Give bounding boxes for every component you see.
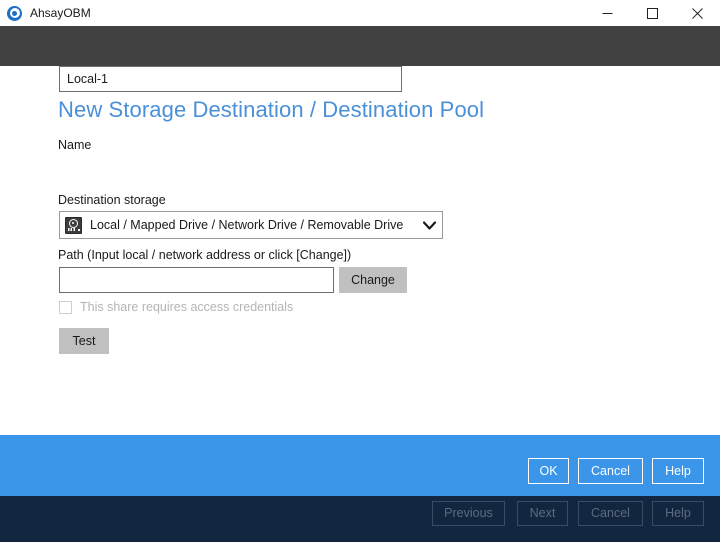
test-button[interactable]: Test (59, 328, 109, 354)
minimize-button[interactable] (585, 0, 630, 26)
destination-storage-value: Local / Mapped Drive / Network Drive / R… (90, 218, 422, 232)
local-drive-icon (65, 217, 82, 234)
name-input[interactable] (59, 66, 402, 92)
minimize-icon (602, 8, 613, 19)
close-icon (692, 8, 703, 19)
path-label: Path (Input local / network address or c… (58, 248, 351, 262)
application-window: AhsayOBM New Storage De (0, 0, 720, 542)
wizard-next-button: Next (517, 501, 568, 526)
destination-storage-select[interactable]: Local / Mapped Drive / Network Drive / R… (59, 211, 443, 239)
share-credentials-checkbox[interactable] (59, 301, 72, 314)
maximize-button[interactable] (630, 0, 675, 26)
dialog-content: New Storage Destination / Destination Po… (0, 66, 720, 435)
wizard-help-button: Help (652, 501, 704, 526)
name-label: Name (58, 138, 91, 152)
chevron-down-icon (422, 221, 436, 230)
window-controls (585, 0, 720, 26)
title-bar-left: AhsayOBM (0, 0, 585, 26)
share-credentials-row[interactable]: This share requires access credentials (59, 299, 293, 315)
wizard-cancel-button: Cancel (578, 501, 643, 526)
window-title: AhsayOBM (30, 0, 91, 26)
share-credentials-label: This share requires access credentials (80, 300, 293, 314)
header-strip (0, 26, 720, 66)
path-input[interactable] (59, 267, 334, 293)
close-button[interactable] (675, 0, 720, 26)
change-button[interactable]: Change (339, 267, 407, 293)
ok-button[interactable]: OK (528, 458, 569, 484)
ahsay-circle-logo-icon (7, 6, 22, 21)
title-bar: AhsayOBM (0, 0, 720, 26)
maximize-icon (647, 8, 658, 19)
page-title: New Storage Destination / Destination Po… (58, 97, 484, 123)
wizard-previous-button: Previous (432, 501, 505, 526)
cancel-button[interactable]: Cancel (578, 458, 643, 484)
destination-storage-label: Destination storage (58, 193, 166, 207)
help-button[interactable]: Help (652, 458, 704, 484)
